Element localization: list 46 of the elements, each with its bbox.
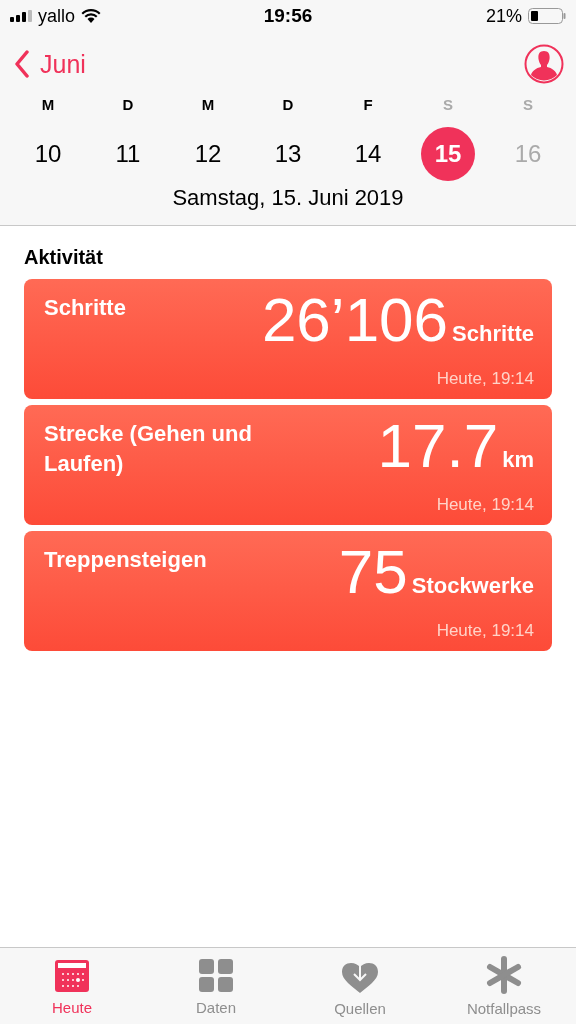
battery-icon bbox=[528, 8, 566, 24]
back-button[interactable]: Juni bbox=[14, 49, 86, 79]
weekday-label: F bbox=[363, 96, 373, 113]
card-title: Treppensteigen bbox=[44, 546, 207, 574]
card-value: 26’106 bbox=[261, 289, 449, 351]
weekday-label: S bbox=[443, 96, 453, 113]
activity-card[interactable]: Strecke (Gehen und Laufen) 17.7 km Heute, 19:14 bbox=[24, 405, 552, 525]
card-time: Heute, 19:14 bbox=[436, 621, 534, 641]
profile-icon[interactable] bbox=[524, 44, 564, 84]
wifi-icon bbox=[81, 9, 102, 23]
weekday-label: D bbox=[122, 96, 134, 113]
card-value: 17.7 bbox=[377, 415, 499, 477]
activity-card[interactable]: Treppensteigen 75 Stockwerke Heute, 19:14 bbox=[24, 531, 552, 651]
card-unit: Stockwerke bbox=[411, 573, 534, 599]
date-button[interactable]: 12 bbox=[181, 127, 235, 181]
battery-percent: 21% bbox=[485, 5, 522, 27]
section-title: Aktivität bbox=[24, 246, 104, 270]
chevron-left-icon bbox=[14, 50, 30, 78]
card-unit: km bbox=[502, 447, 534, 473]
card-time: Heute, 19:14 bbox=[436, 369, 534, 389]
date-button[interactable]: 15 bbox=[421, 127, 475, 181]
tab-button[interactable]: Daten bbox=[144, 948, 288, 1024]
date-button[interactable]: 16 bbox=[501, 127, 555, 181]
selected-date: Samstag, 15. Juni 2019 bbox=[171, 184, 405, 212]
card-title: Strecke (Gehen und Laufen) bbox=[44, 420, 253, 478]
asterisk-icon bbox=[485, 955, 523, 994]
date-button[interactable]: 13 bbox=[261, 127, 315, 181]
date-button[interactable]: 14 bbox=[341, 127, 395, 181]
grid-icon bbox=[198, 956, 234, 993]
weekday-label: M bbox=[201, 96, 215, 113]
clock-time: 19:56 bbox=[263, 5, 313, 27]
card-value: 75 bbox=[338, 541, 408, 603]
tab-button[interactable]: Quellen bbox=[288, 948, 432, 1024]
signal-icon bbox=[10, 10, 32, 22]
card-unit: Schritte bbox=[452, 321, 534, 347]
carrier-name: yallo bbox=[38, 5, 76, 27]
weekday-label: M bbox=[41, 96, 55, 113]
date-button[interactable]: 11 bbox=[101, 127, 155, 181]
activity-card[interactable]: Schritte 26’106 Schritte Heute, 19:14 bbox=[24, 279, 552, 399]
tab-button[interactable]: Heute bbox=[0, 948, 144, 1024]
tab-button[interactable]: Notfallpass bbox=[432, 948, 576, 1024]
card-time: Heute, 19:14 bbox=[436, 495, 534, 515]
date-button[interactable]: 10 bbox=[21, 127, 75, 181]
weekday-label: S bbox=[523, 96, 533, 113]
card-title: Schritte bbox=[44, 294, 126, 322]
weekday-label: D bbox=[282, 96, 294, 113]
